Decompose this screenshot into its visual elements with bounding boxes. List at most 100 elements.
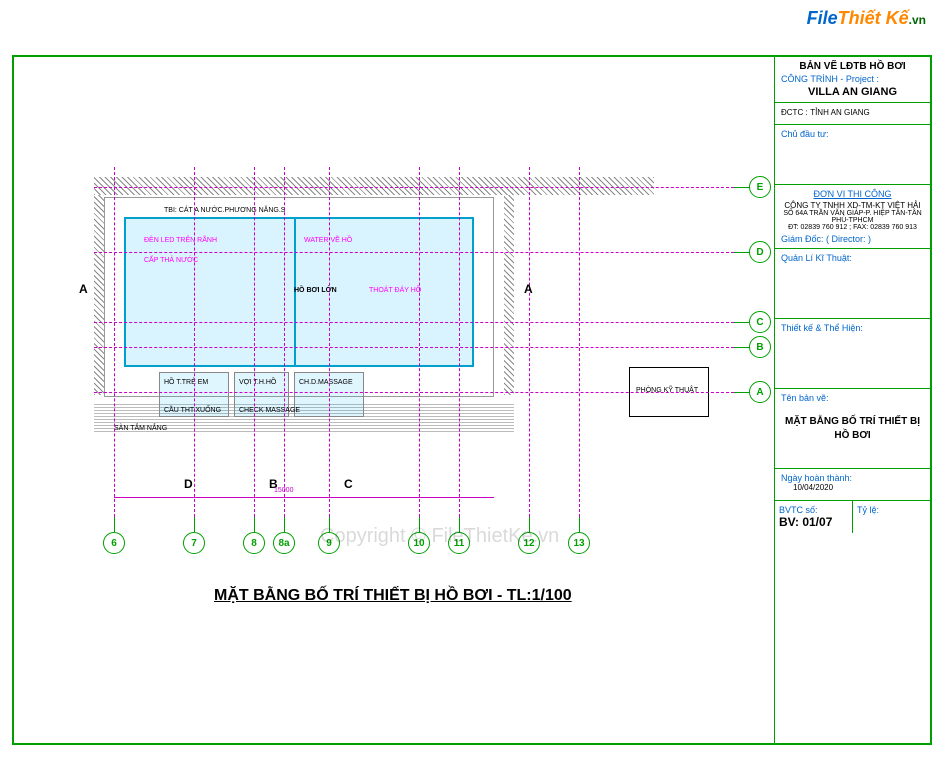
label-sp1: HỒ T.TRẺ EM bbox=[164, 379, 208, 386]
grid-line-7 bbox=[194, 167, 195, 517]
grid-stem-9 bbox=[329, 517, 330, 532]
grid-line-13 bbox=[579, 167, 580, 517]
grid-line-11 bbox=[459, 167, 460, 517]
tb-contractor-section: ĐƠN VỊ THI CÔNG CÔNG TY TNHH XD-TM-KT VI… bbox=[775, 185, 930, 249]
tb-date-section: Ngày hoàn thành: 10/04/2020 bbox=[775, 469, 930, 501]
logo-vn: .vn bbox=[909, 13, 926, 27]
drawing-frame: PHÒNG KỸ THUẬT TBI: CÁT A NƯỚC.PHƯƠNG NĂ… bbox=[12, 55, 932, 745]
grid-bubble-12: 12 bbox=[518, 532, 540, 554]
grid-bubble-8: 8 bbox=[243, 532, 265, 554]
hatch-right bbox=[504, 195, 514, 395]
tb-design-label: Thiết kế & Thể Hiện: bbox=[781, 323, 924, 333]
tb-sheet-left: BVTC số: BV: 01/07 bbox=[775, 501, 853, 533]
plan-title: MẶT BẰNG BỐ TRÍ THIẾT BỊ HỒ BƠI - TL:1/1… bbox=[214, 587, 572, 605]
tb-owner-section: Chủ đầu tư: bbox=[775, 125, 930, 185]
tb-location-section: ĐCTC : TỈNH AN GIANG bbox=[775, 103, 930, 125]
grid-bubble-a: A bbox=[749, 381, 771, 403]
site-logo: FileThiết Kế.vn bbox=[807, 8, 926, 29]
hatch-left bbox=[94, 195, 104, 395]
grid-stem-6 bbox=[114, 517, 115, 532]
section-a-left: A bbox=[79, 282, 88, 296]
grid-stem-8 bbox=[254, 517, 255, 532]
label-decor: TBI: CÁT A NƯỚC.PHƯƠNG NĂNG.S bbox=[164, 207, 285, 214]
grid-bubble-7: 7 bbox=[183, 532, 205, 554]
grid-stem-7 bbox=[194, 517, 195, 532]
tb-header-section: BẢN VẼ LĐTB HỒ BƠI CÔNG TRÌNH - Project … bbox=[775, 57, 930, 103]
tb-scale-right: Tỷ lệ: bbox=[853, 501, 930, 533]
tb-location-label: ĐCTC : bbox=[781, 108, 808, 117]
grid-stem-b bbox=[734, 347, 749, 348]
section-d-bot: D bbox=[184, 477, 193, 491]
grid-bubble-11: 11 bbox=[448, 532, 470, 554]
drawing-area: PHÒNG KỸ THUẬT TBI: CÁT A NƯỚC.PHƯƠNG NĂ… bbox=[14, 57, 774, 743]
tb-location-value: TỈNH AN GIANG bbox=[810, 108, 870, 117]
grid-line-10 bbox=[419, 167, 420, 517]
label-sp2: VỢI T.H.HỒ bbox=[239, 379, 276, 386]
dim-overall bbox=[114, 497, 494, 498]
tb-date-value: 10/04/2020 bbox=[793, 483, 924, 492]
grid-line-8a bbox=[284, 167, 285, 517]
label-inlet: CẤP THẢ NƯỚC bbox=[144, 257, 198, 264]
hatch-top bbox=[94, 177, 654, 195]
tb-date-label: Ngày hoàn thành: bbox=[781, 473, 924, 483]
tb-drawing-name-label: Tên bản vẽ: bbox=[781, 393, 924, 403]
section-a-right: A bbox=[524, 282, 533, 296]
grid-stem-a bbox=[734, 392, 749, 393]
label-entry2: SÀN TẮM NẮNG bbox=[114, 425, 167, 432]
logo-thietke: Thiết Kế bbox=[838, 8, 909, 28]
grid-stem-11 bbox=[459, 517, 460, 532]
tb-project-name: VILLA AN GIANG bbox=[781, 86, 924, 98]
grid-line-8 bbox=[254, 167, 255, 517]
grid-line-12 bbox=[529, 167, 530, 517]
tb-scale-label: Tỷ lệ: bbox=[857, 505, 926, 515]
tb-sheet-value: BV: 01/07 bbox=[779, 515, 848, 529]
section-c-bot: C bbox=[344, 477, 353, 491]
grid-bubble-13: 13 bbox=[568, 532, 590, 554]
grid-stem-10 bbox=[419, 517, 420, 532]
grid-stem-c bbox=[734, 322, 749, 323]
tb-sheet-label: BVTC số: bbox=[779, 505, 848, 515]
label-drain: THOÁT ĐÁY HỒ bbox=[369, 287, 421, 294]
tb-project-label: CÔNG TRÌNH - Project : bbox=[781, 74, 924, 84]
tb-contractor-tel: ĐT: 02839 760 912 ; FAX: 02839 760 913 bbox=[781, 224, 924, 231]
grid-stem-8a bbox=[284, 517, 285, 532]
grid-bubble-b: B bbox=[749, 336, 771, 358]
tb-contractor-addr: SỐ 64A TRẦN VĂN GIÁP-P. HIỆP TÂN-TÂN PHÚ… bbox=[781, 210, 924, 224]
tb-tech-section: Quản Lí Kĩ Thuật: bbox=[775, 249, 930, 319]
grid-bubble-c: C bbox=[749, 311, 771, 333]
grid-line-d bbox=[94, 252, 734, 253]
tb-sheet-section: BVTC số: BV: 01/07 Tỷ lệ: bbox=[775, 501, 930, 533]
grid-line-9 bbox=[329, 167, 330, 517]
grid-bubble-9: 9 bbox=[318, 532, 340, 554]
grid-line-a bbox=[94, 392, 734, 393]
grid-line-6 bbox=[114, 167, 115, 517]
grid-line-c bbox=[94, 322, 734, 323]
tb-header: BẢN VẼ LĐTB HỒ BƠI bbox=[781, 61, 924, 72]
floor-plan: PHÒNG KỸ THUẬT TBI: CÁT A NƯỚC.PHƯƠNG NĂ… bbox=[64, 157, 714, 497]
grid-bubble-d: D bbox=[749, 241, 771, 263]
logo-file: File bbox=[807, 8, 838, 28]
grid-stem-e bbox=[734, 187, 749, 188]
tb-contractor-name: CÔNG TY TNHH XD-TM-KT VIỆT HẢI bbox=[781, 201, 924, 210]
grid-bubble-6: 6 bbox=[103, 532, 125, 554]
grid-bubble-10: 10 bbox=[408, 532, 430, 554]
grid-stem-13 bbox=[579, 517, 580, 532]
tb-design-section: Thiết kế & Thể Hiện: bbox=[775, 319, 930, 389]
grid-line-e bbox=[94, 187, 734, 188]
tb-owner-label: Chủ đầu tư: bbox=[781, 129, 924, 139]
label-entry1: CẦU THT.XUỐNG bbox=[164, 407, 221, 414]
grid-stem-d bbox=[734, 252, 749, 253]
tb-director-label: Giám Đốc: ( Director: ) bbox=[781, 234, 924, 244]
grid-bubble-e: E bbox=[749, 176, 771, 198]
title-block: BẢN VẼ LĐTB HỒ BƠI CÔNG TRÌNH - Project … bbox=[774, 57, 930, 743]
label-light: ĐÈN LED TRÊN RÃNH bbox=[144, 237, 217, 244]
tb-tech-label: Quản Lí Kĩ Thuật: bbox=[781, 253, 924, 263]
grid-bubble-8a: 8a bbox=[273, 532, 295, 554]
tb-drawing-name-section: Tên bản vẽ: MẶT BẰNG BỐ TRÍ THIẾT BỊ HỒ … bbox=[775, 389, 930, 469]
tb-contractor-label: ĐƠN VỊ THI CÔNG bbox=[781, 189, 924, 199]
label-massage: CH.D.MASSAGE bbox=[299, 379, 353, 386]
grid-stem-12 bbox=[529, 517, 530, 532]
label-check: CHECK MASSAGE bbox=[239, 407, 300, 414]
dim-overall-text: 15000 bbox=[274, 487, 293, 494]
label-main-pool: HỒ BƠI LỚN bbox=[294, 287, 337, 294]
